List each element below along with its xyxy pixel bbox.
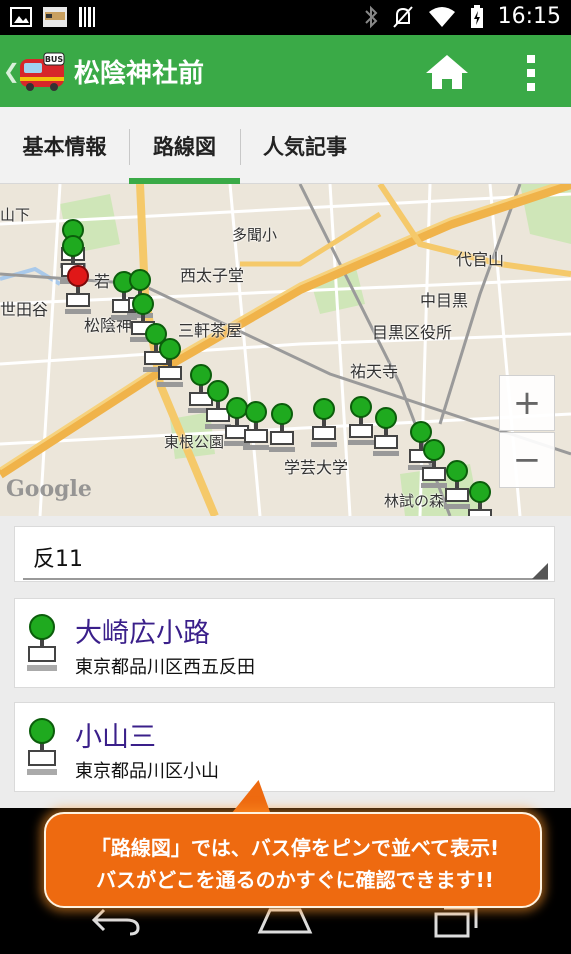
back-icon[interactable] [90,906,142,936]
mute-icon [392,5,413,28]
app-icon [43,7,67,27]
stop-address: 東京都品川区小山 [75,761,219,782]
bus-stop-pin-icon [27,718,57,775]
dropdown-arrow-icon [532,563,548,579]
select-underline [23,578,548,580]
recents-icon[interactable] [432,906,480,938]
status-left [10,6,98,28]
status-time: 16:15 [497,4,561,29]
tab-basic-info[interactable]: 基本情報 [0,107,129,184]
tab-popular-articles[interactable]: 人気記事 [240,107,370,184]
screen: 16:15 ❮ BUS 松陰神社前 基本情報 路線図 人気記事 山下 世田谷 若… [0,0,571,954]
stop-list-item[interactable]: 大崎広小路 東京都品川区西五反田 [14,598,555,688]
wifi-icon [428,6,455,27]
bus-stop-pin-icon [27,614,57,671]
battery-icon [470,4,483,28]
bus-logo-text: BUS [45,55,64,64]
callout-line-2: バスがどこを通るのかすぐに確認できます!! [96,868,494,892]
stop-list-item[interactable]: 小山三 東京都品川区小山 [14,702,555,792]
route-select[interactable]: 反11 [14,526,555,582]
bus-stop-pin-layer [0,184,571,516]
bus-stop-pin[interactable] [371,406,401,460]
selected-bus-stop-pin[interactable] [63,264,93,318]
zoom-in-button[interactable]: + [499,375,555,431]
status-bar: 16:15 [0,0,571,35]
tab-route-map[interactable]: 路線図 [129,107,240,184]
promo-callout: 「路線図」では、バス停をピンで並べて表示! バスがどこを通るのかすぐに確認できま… [44,812,542,908]
stop-name: 小山三 [75,722,156,753]
action-bar: ❮ BUS 松陰神社前 [0,35,571,107]
zoom-out-button[interactable]: − [499,432,555,488]
overflow-menu-icon[interactable] [522,53,540,93]
page-title: 松陰神社前 [74,59,205,89]
bus-logo-icon[interactable]: BUS [18,49,66,93]
home-icon[interactable] [424,53,470,91]
route-map[interactable]: 山下 世田谷 若 松陰神 多聞小 西太子堂 三軒茶屋 代官山 中目黒 目黒区役所… [0,184,571,516]
bluetooth-icon [364,5,378,28]
gallery-icon [10,7,32,27]
bus-stop-pin[interactable] [267,402,297,456]
route-select-value: 反11 [33,547,83,572]
bus-stop-pin[interactable] [465,480,495,516]
status-right: 16:15 [364,4,561,29]
callout-line-1: 「路線図」では、バス停をピンで並べて表示! [90,836,500,860]
stop-address: 東京都品川区西五反田 [75,657,255,678]
bus-stop-pin[interactable] [155,337,185,391]
stop-name: 大崎広小路 [75,618,210,649]
bus-stop-pin[interactable] [309,397,339,451]
tab-bar: 基本情報 路線図 人気記事 [0,107,571,184]
home-nav-icon[interactable] [256,906,314,936]
google-attribution: Google [6,476,92,502]
barcode-icon [79,7,95,27]
